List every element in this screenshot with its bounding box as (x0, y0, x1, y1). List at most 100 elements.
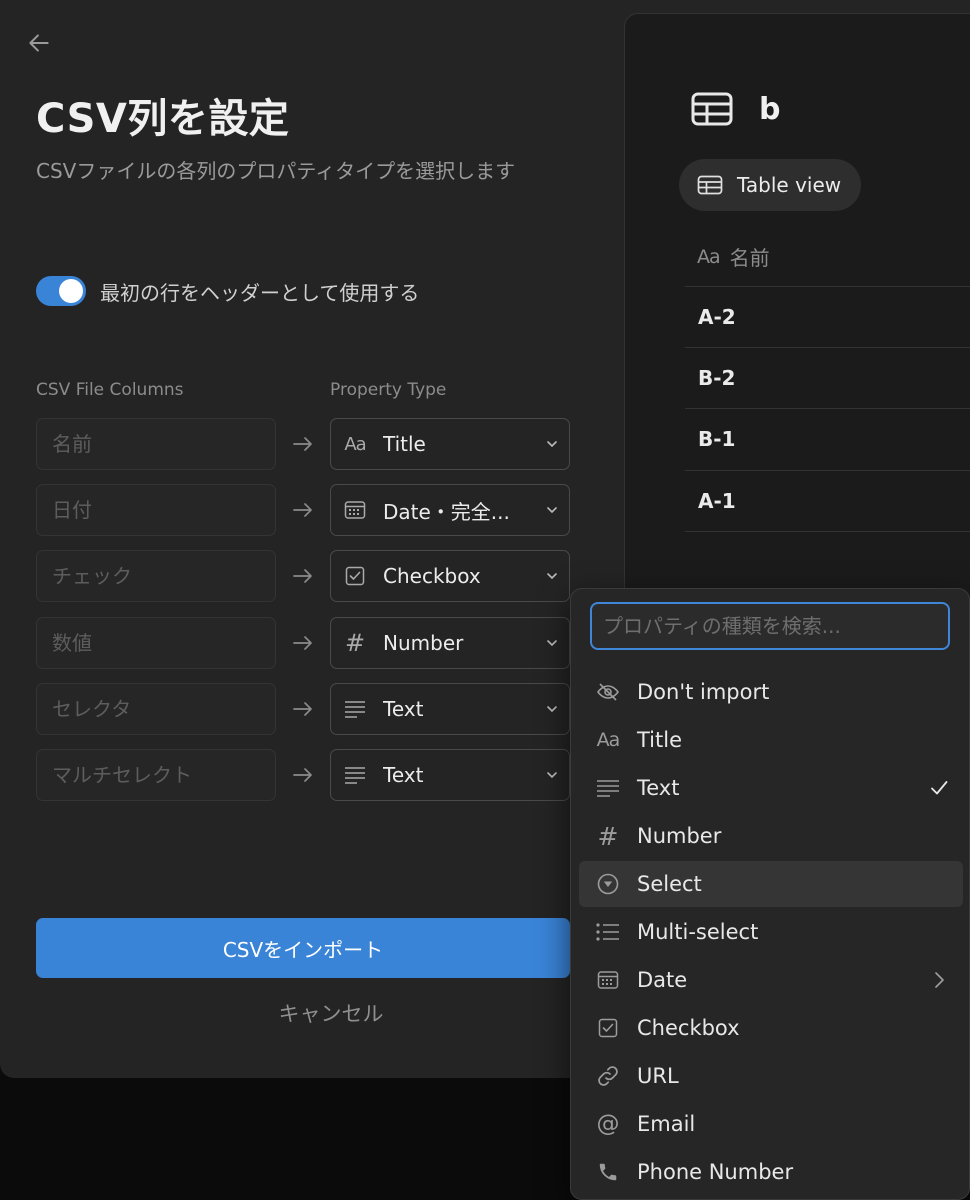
property-type-label: Number (383, 631, 464, 655)
cancel-button[interactable]: キャンセル (36, 998, 626, 1028)
back-arrow-icon[interactable] (26, 30, 52, 56)
dropdown-item-label: Multi-select (637, 920, 759, 944)
dropdown-item-number[interactable]: # Number (579, 813, 963, 859)
chevron-down-icon (547, 640, 557, 647)
table-view-label: Table view (737, 173, 842, 197)
toggle-switch[interactable] (36, 276, 86, 306)
property-type-search-input[interactable] (590, 602, 950, 650)
column-row: 名前 Aa Title (36, 418, 571, 472)
dropdown-item-label: URL (637, 1064, 679, 1088)
table-view-tab[interactable]: Table view (679, 159, 862, 211)
chevron-down-icon (547, 706, 557, 713)
dropdown-item-label: Phone Number (637, 1160, 794, 1184)
text-lines-icon (341, 763, 369, 787)
title-icon: Aa (344, 433, 366, 455)
dropdown-item-multi-select[interactable]: Multi-select (579, 909, 963, 955)
import-csv-button[interactable]: CSVをインポート (36, 918, 570, 978)
property-type-dropdown: Don't import Aa Title Text # Number Sele… (570, 588, 970, 1200)
dropdown-item-select[interactable]: Select (579, 861, 963, 907)
property-type-label: Text (383, 763, 424, 787)
property-type-select[interactable]: Text (330, 683, 570, 735)
database-title: b (759, 92, 781, 127)
csv-column-field[interactable]: マルチセレクト (36, 749, 276, 801)
checkbox-icon (594, 1016, 622, 1040)
property-type-label: Date・完全... (383, 499, 510, 524)
property-type-select[interactable]: Text (330, 749, 570, 801)
dropdown-item-label: Email (637, 1112, 696, 1136)
toggle-knob (59, 279, 83, 303)
modal-subtitle: CSVファイルの各列のプロパティタイプを選択します (36, 159, 516, 183)
column-row: チェック Checkbox (36, 550, 571, 604)
csv-column-field[interactable]: 名前 (36, 418, 276, 470)
property-type-select[interactable]: Date・完全... (330, 484, 570, 536)
at-icon: @ (596, 1111, 620, 1137)
right-arrow-icon (293, 503, 312, 517)
csv-columns-header: CSV File Columns (36, 380, 184, 400)
chevron-down-icon (547, 772, 557, 779)
dropdown-item-label: Text (637, 776, 680, 800)
table-view-icon (697, 175, 723, 195)
preview-row: B-1 (685, 408, 970, 469)
chevron-right-icon (935, 972, 944, 988)
property-type-label: Title (383, 432, 426, 456)
chevron-down-icon (547, 441, 557, 448)
list-icon (594, 920, 622, 944)
csv-column-field[interactable]: 数値 (36, 617, 276, 669)
calendar-icon (594, 968, 622, 992)
dropdown-item-label: Date (637, 968, 688, 992)
dropdown-item-label: Checkbox (637, 1016, 740, 1040)
toggle-label: 最初の行をヘッダーとして使用する (100, 280, 420, 305)
preview-row: B-2 (685, 347, 970, 408)
chevron-down-icon (547, 573, 557, 580)
dropdown-item-phone-number[interactable]: Phone Number (579, 1149, 963, 1195)
csv-column-field[interactable]: 日付 (36, 484, 276, 536)
dropdown-item-label: Number (637, 824, 722, 848)
link-icon (594, 1064, 622, 1088)
text-lines-icon (594, 776, 622, 800)
table-icon (691, 92, 733, 126)
dropdown-item-label: Don't import (637, 680, 770, 704)
csv-column-field[interactable]: セレクタ (36, 683, 276, 735)
column-row: 日付 Date・完全... (36, 484, 571, 538)
header-row-toggle[interactable]: 最初の行をヘッダーとして使用する (36, 276, 419, 306)
csv-column-field[interactable]: チェック (36, 550, 276, 602)
dropdown-item-text[interactable]: Text (579, 765, 963, 811)
modal-title: CSV列を設定 (36, 96, 290, 142)
column-row: 数値 # Number (36, 617, 571, 671)
dropdown-item-dont-import[interactable]: Don't import (579, 669, 963, 715)
dropdown-item-date[interactable]: Date (579, 957, 963, 1003)
checkbox-icon (341, 564, 369, 588)
dropdown-item-email[interactable]: @ Email (579, 1101, 963, 1147)
property-type-select[interactable]: Aa Title (330, 418, 570, 470)
right-arrow-icon (293, 569, 312, 583)
dropdown-item-title[interactable]: Aa Title (579, 717, 963, 763)
right-arrow-icon (293, 636, 312, 650)
calendar-icon (341, 498, 369, 522)
preview-column-label: 名前 (729, 246, 770, 270)
title-icon: Aa (697, 245, 721, 268)
property-type-header: Property Type (330, 380, 447, 400)
property-type-label: Checkbox (383, 564, 481, 588)
title-icon: Aa (596, 729, 621, 751)
property-type-label: Text (383, 697, 424, 721)
preview-row: A-2 (685, 286, 970, 347)
checkmark-icon (931, 781, 948, 795)
property-type-select[interactable]: # Number (330, 617, 570, 669)
right-arrow-icon (293, 768, 312, 782)
eye-off-icon (594, 680, 622, 704)
hash-icon: # (344, 629, 366, 657)
dropdown-item-url[interactable]: URL (579, 1053, 963, 1099)
phone-icon (594, 1160, 622, 1184)
hash-icon: # (597, 821, 619, 851)
column-row: マルチセレクト Text (36, 749, 571, 803)
text-lines-icon (341, 697, 369, 721)
right-arrow-icon (293, 702, 312, 716)
right-arrow-icon (293, 437, 312, 451)
preview-row: A-1 (685, 470, 970, 532)
dropdown-item-label: Select (637, 872, 702, 896)
dropdown-item-checkbox[interactable]: Checkbox (579, 1005, 963, 1051)
column-row: セレクタ Text (36, 683, 571, 737)
dropdown-item-label: Title (637, 728, 683, 752)
preview-column-header: Aa 名前 (697, 242, 770, 271)
property-type-select[interactable]: Checkbox (330, 550, 570, 602)
